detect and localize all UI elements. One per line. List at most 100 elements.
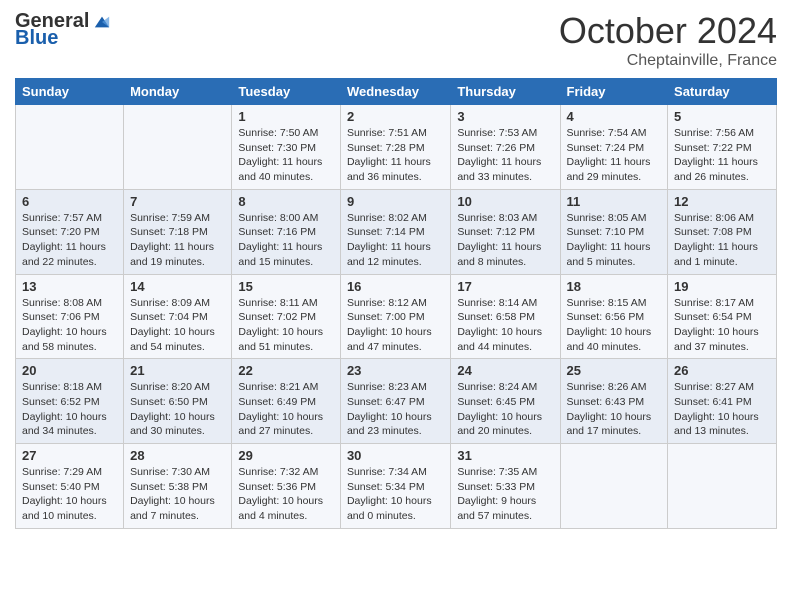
calendar-cell: 6 Sunrise: 7:57 AMSunset: 7:20 PMDaylight… (16, 189, 124, 274)
day-info: Sunrise: 8:27 AMSunset: 6:41 PMDaylight:… (674, 380, 770, 439)
calendar-cell: 8Sunrise: 8:00 AMSunset: 7:16 PMDaylight… (232, 189, 341, 274)
day-number: 12 (674, 194, 770, 209)
day-info: Sunrise: 7:57 AMSunset: 7:20 PMDaylight:… (22, 211, 117, 270)
calendar-cell (668, 444, 777, 529)
day-info: Sunrise: 7:50 AMSunset: 7:30 PMDaylight:… (238, 126, 334, 185)
calendar-cell: 12Sunrise: 8:06 AMSunset: 7:08 PMDayligh… (668, 189, 777, 274)
page: General Blue October 2024 Cheptainville,… (0, 0, 792, 544)
calendar-cell: 1 Sunrise: 7:50 AMSunset: 7:30 PMDaylight… (232, 105, 341, 190)
day-info: Sunrise: 8:09 AMSunset: 7:04 PMDaylight:… (130, 296, 225, 355)
calendar-cell: 27Sunrise: 7:29 AMSunset: 5:40 PMDayligh… (16, 444, 124, 529)
calendar-cell: 13 Sunrise: 8:08 AMSunset: 7:06 PMDayligh… (16, 274, 124, 359)
day-info: Sunrise: 7:51 AMSunset: 7:28 PMDaylight:… (347, 126, 444, 185)
calendar-cell: 18 Sunrise: 8:15 AMSunset: 6:56 PMDayligh… (560, 274, 668, 359)
day-number: 30 (347, 448, 444, 463)
logo-blue-text: Blue (15, 27, 58, 50)
weekday-header-friday: Friday (560, 79, 668, 105)
day-number: 26 (674, 363, 770, 378)
calendar-cell: 5Sunrise: 7:56 AMSunset: 7:22 PMDaylight… (668, 105, 777, 190)
day-number: 18 (567, 279, 662, 294)
day-number: 14 (130, 279, 225, 294)
weekday-header-thursday: Thursday (451, 79, 560, 105)
day-info: Sunrise: 8:05 AMSunset: 7:10 PMDaylight:… (567, 211, 662, 270)
day-number: 28 (130, 448, 225, 463)
day-number: 25 (567, 363, 662, 378)
calendar-cell: 16 Sunrise: 8:12 AMSunset: 7:00 PMDayligh… (340, 274, 450, 359)
calendar-cell: 17 Sunrise: 8:14 AMSunset: 6:58 PMDayligh… (451, 274, 560, 359)
day-number: 9 (347, 194, 444, 209)
calendar-cell: 26 Sunrise: 8:27 AMSunset: 6:41 PMDayligh… (668, 359, 777, 444)
calendar-table: SundayMondayTuesdayWednesdayThursdayFrid… (15, 78, 777, 529)
month-title: October 2024 (559, 10, 777, 52)
calendar-cell: 4 Sunrise: 7:54 AMSunset: 7:24 PMDaylight… (560, 105, 668, 190)
day-number: 16 (347, 279, 444, 294)
day-number: 27 (22, 448, 117, 463)
calendar-cell: 19 Sunrise: 8:17 AMSunset: 6:54 PMDayligh… (668, 274, 777, 359)
calendar-cell (124, 105, 232, 190)
weekday-header-sunday: Sunday (16, 79, 124, 105)
calendar-cell: 21 Sunrise: 8:20 AMSunset: 6:50 PMDayligh… (124, 359, 232, 444)
day-info: Sunrise: 7:54 AMSunset: 7:24 PMDaylight:… (567, 126, 662, 185)
calendar-cell (16, 105, 124, 190)
day-info: Sunrise: 7:32 AMSunset: 5:36 PMDaylight:… (238, 465, 334, 524)
calendar-cell: 20 Sunrise: 8:18 AMSunset: 6:52 PMDayligh… (16, 359, 124, 444)
calendar-cell: 23 Sunrise: 8:23 AMSunset: 6:47 PMDayligh… (340, 359, 450, 444)
day-number: 10 (457, 194, 553, 209)
day-number: 29 (238, 448, 334, 463)
day-number: 19 (674, 279, 770, 294)
day-number: 3 (457, 109, 553, 124)
day-number: 5 (674, 109, 770, 124)
calendar-cell: 10Sunrise: 8:03 AMSunset: 7:12 PMDayligh… (451, 189, 560, 274)
calendar-cell: 24 Sunrise: 8:24 AMSunset: 6:45 PMDayligh… (451, 359, 560, 444)
day-number: 2 (347, 109, 444, 124)
day-number: 4 (567, 109, 662, 124)
day-info: Sunrise: 8:02 AMSunset: 7:14 PMDaylight:… (347, 211, 444, 270)
title-area: October 2024 Cheptainville, France (559, 10, 777, 70)
day-info: Sunrise: 8:08 AMSunset: 7:06 PMDaylight:… (22, 296, 117, 355)
calendar-cell: 28Sunrise: 7:30 AMSunset: 5:38 PMDayligh… (124, 444, 232, 529)
day-info: Sunrise: 8:24 AMSunset: 6:45 PMDaylight:… (457, 380, 553, 439)
day-info: Sunrise: 8:18 AMSunset: 6:52 PMDaylight:… (22, 380, 117, 439)
day-number: 23 (347, 363, 444, 378)
calendar-cell: 15Sunrise: 8:11 AMSunset: 7:02 PMDayligh… (232, 274, 341, 359)
calendar-cell: 25Sunrise: 8:26 AMSunset: 6:43 PMDayligh… (560, 359, 668, 444)
calendar-cell: 9 Sunrise: 8:02 AMSunset: 7:14 PMDaylight… (340, 189, 450, 274)
calendar-cell: 14 Sunrise: 8:09 AMSunset: 7:04 PMDayligh… (124, 274, 232, 359)
day-info: Sunrise: 7:59 AMSunset: 7:18 PMDaylight:… (130, 211, 225, 270)
calendar-cell: 30 Sunrise: 7:34 AMSunset: 5:34 PMDayligh… (340, 444, 450, 529)
day-number: 24 (457, 363, 553, 378)
day-info: Sunrise: 7:35 AMSunset: 5:33 PMDaylight:… (457, 465, 553, 524)
day-info: Sunrise: 8:21 AMSunset: 6:49 PMDaylight:… (238, 380, 334, 439)
day-info: Sunrise: 8:14 AMSunset: 6:58 PMDaylight:… (457, 296, 553, 355)
day-number: 6 (22, 194, 117, 209)
day-number: 20 (22, 363, 117, 378)
day-number: 21 (130, 363, 225, 378)
day-info: Sunrise: 8:12 AMSunset: 7:00 PMDaylight:… (347, 296, 444, 355)
calendar-cell: 31Sunrise: 7:35 AMSunset: 5:33 PMDayligh… (451, 444, 560, 529)
day-number: 15 (238, 279, 334, 294)
weekday-header-tuesday: Tuesday (232, 79, 341, 105)
header: General Blue October 2024 Cheptainville,… (15, 10, 777, 70)
day-number: 13 (22, 279, 117, 294)
weekday-header-saturday: Saturday (668, 79, 777, 105)
day-number: 11 (567, 194, 662, 209)
day-number: 1 (238, 109, 334, 124)
calendar-cell: 7 Sunrise: 7:59 AMSunset: 7:18 PMDaylight… (124, 189, 232, 274)
day-info: Sunrise: 8:17 AMSunset: 6:54 PMDaylight:… (674, 296, 770, 355)
day-number: 22 (238, 363, 334, 378)
calendar-week-5: 27Sunrise: 7:29 AMSunset: 5:40 PMDayligh… (16, 444, 777, 529)
day-info: Sunrise: 7:34 AMSunset: 5:34 PMDaylight:… (347, 465, 444, 524)
calendar-cell: 2 Sunrise: 7:51 AMSunset: 7:28 PMDaylight… (340, 105, 450, 190)
day-number: 17 (457, 279, 553, 294)
day-info: Sunrise: 8:00 AMSunset: 7:16 PMDaylight:… (238, 211, 334, 270)
weekday-header-row: SundayMondayTuesdayWednesdayThursdayFrid… (16, 79, 777, 105)
calendar-cell: 29 Sunrise: 7:32 AMSunset: 5:36 PMDayligh… (232, 444, 341, 529)
calendar-week-2: 6 Sunrise: 7:57 AMSunset: 7:20 PMDaylight… (16, 189, 777, 274)
day-number: 7 (130, 194, 225, 209)
calendar-cell: 22 Sunrise: 8:21 AMSunset: 6:49 PMDayligh… (232, 359, 341, 444)
day-info: Sunrise: 8:23 AMSunset: 6:47 PMDaylight:… (347, 380, 444, 439)
day-info: Sunrise: 8:20 AMSunset: 6:50 PMDaylight:… (130, 380, 225, 439)
calendar-week-3: 13 Sunrise: 8:08 AMSunset: 7:06 PMDayligh… (16, 274, 777, 359)
weekday-header-wednesday: Wednesday (340, 79, 450, 105)
day-info: Sunrise: 8:15 AMSunset: 6:56 PMDaylight:… (567, 296, 662, 355)
